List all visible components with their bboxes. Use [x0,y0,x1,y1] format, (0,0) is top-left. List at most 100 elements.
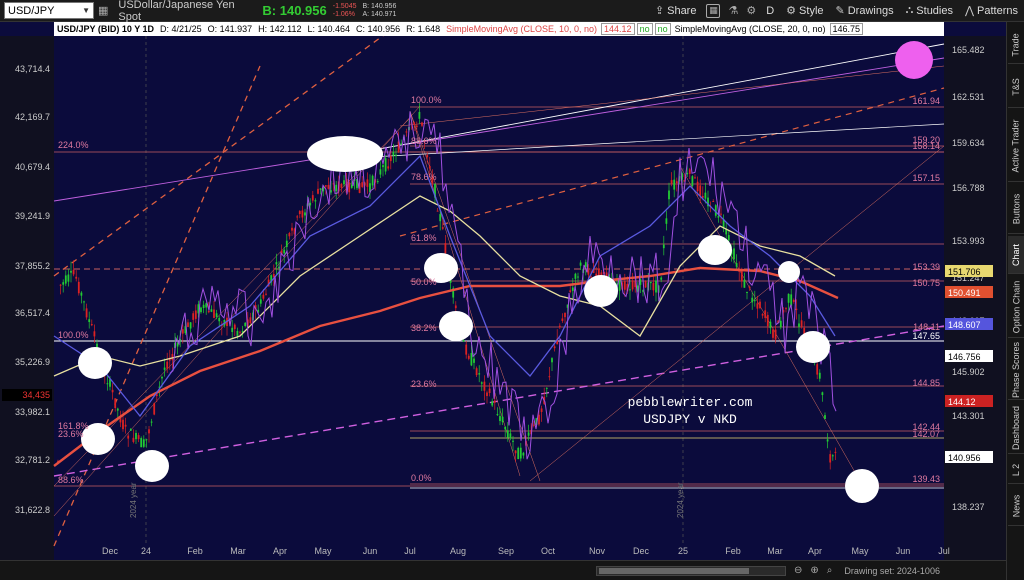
candle-body [132,437,135,442]
candle-body [631,280,634,290]
change-block: -1.5045 -1.06% [333,3,357,19]
x-axis-label: Jun [896,546,911,556]
main-toolbar: USD/JPY ▼ ▦ USDollar/Japanese Yen Spot B… [0,0,1024,23]
candle-body [691,176,694,186]
flask-icon[interactable]: ⚗ [728,4,738,17]
candle-body [558,325,561,328]
share-button[interactable]: ⇪ Share [649,0,703,22]
left-axis-label: 33,982.1 [15,407,50,417]
style-button[interactable]: ⚙ Style [780,0,829,22]
share-icon: ⇪ [654,5,665,17]
fib-mid-label: 100.0% [411,95,442,105]
price-chart[interactable]: 165.482162.531159.634156.788153.993151.2… [0,36,1006,560]
candle-body [317,188,319,194]
watermark-site: pebblewriter.com [628,395,753,410]
right-axis-label: 162.531 [952,92,985,102]
candle-body [413,122,416,125]
patterns-button[interactable]: ⋀ Patterns [959,0,1024,22]
sma10-label[interactable]: SimpleMovingAvg (CLOSE, 10, 0, no) [443,24,600,34]
candle-body [501,416,504,423]
annotation-circle [307,136,383,172]
studies-button[interactable]: ⛬ Studies [900,0,959,22]
drawings-button[interactable]: ✎ Drawings [830,0,900,22]
candle-body [335,184,338,192]
candle-body [426,154,429,158]
candle-body [249,317,252,324]
candle-body [301,210,304,218]
candle-body [660,277,663,280]
side-tab-t-s[interactable]: T&S [1008,66,1024,108]
side-tab-dashboard[interactable]: Dashboard [1008,402,1024,454]
side-tab-trade[interactable]: Trade [1008,26,1024,64]
candle-body [574,273,577,279]
candle-body [77,281,80,294]
zoom-out-icon[interactable]: ⊖ [794,565,802,576]
fib-right-label: 144.85 [912,378,940,388]
link-icon[interactable]: ▦ [98,4,108,17]
candle-body [283,249,286,254]
magnifier-icon[interactable]: ⌕ [827,565,833,576]
candle-body [421,122,423,126]
candle-body [187,322,189,327]
candle-body [774,329,777,340]
symbol-input[interactable]: USD/JPY ▼ [4,2,94,19]
candle-body [93,331,96,337]
scroll-thumb[interactable] [599,567,749,574]
fib-left-label: 23.6% [58,429,84,439]
candle-body [382,165,384,168]
range-readout: R: 1.648 [406,24,441,34]
candle-body [142,439,145,447]
fib-left-label: 88.6% [58,475,84,485]
price-tag-text: 148.607 [948,320,981,330]
candle-body [384,158,387,172]
candle-body [584,262,587,267]
candle-body [652,282,655,291]
fib-mid-label: 78.6% [411,172,437,182]
side-tab-l-2[interactable]: L 2 [1008,456,1024,484]
candle-body [748,286,751,289]
side-tab-option-chain[interactable]: Option Chain [1008,276,1024,338]
candle-body [454,305,457,309]
candle-body [161,376,163,379]
fib-right-label: 147.65 [912,331,940,341]
candle-body [70,270,72,273]
change-percent: -1.06% [332,10,355,18]
side-tab-chart[interactable]: Chart [1008,236,1024,274]
candle-body [564,313,566,318]
sma20-label[interactable]: SimpleMovingAvg (CLOSE, 20, 0, no) [672,24,829,34]
candle-body [155,394,158,397]
candle-body [116,408,119,411]
candle-body [831,455,834,457]
date-readout: D: 4/21/25 [160,24,202,34]
candle-body [548,376,551,378]
studies-icon: ⛬ [905,4,914,16]
candle-body [787,293,790,303]
candle-body [462,339,465,342]
left-price-marker-text: 34,435 [22,390,50,400]
candle-body [215,313,218,317]
candle-body [579,262,582,266]
period-button[interactable]: D [760,0,780,22]
candle-body [467,355,470,359]
candle-body [519,447,522,459]
side-tab-news[interactable]: News [1008,486,1024,526]
candle-body [192,313,195,320]
candle-body [122,419,124,430]
side-tab-phase-scores[interactable]: Phase Scores [1008,340,1024,400]
gear-icon[interactable]: ⚙ [746,4,756,17]
candle-body [244,322,247,327]
grid-layout-icon[interactable]: ▦ [706,3,721,18]
candle-body [72,269,75,275]
style-label: Style [799,4,824,17]
candle-body [665,218,668,224]
price-tag-text: 144.12 [948,397,976,407]
left-axis-label: 39,241.9 [15,211,50,221]
chevron-down-icon[interactable]: ▼ [82,6,90,15]
chart-scrollbar[interactable] [596,565,786,576]
zoom-in-icon[interactable]: ⊕ [810,565,818,576]
side-tab-active-trader[interactable]: Active Trader [1008,110,1024,182]
sma10-no-2: no [654,23,671,35]
x-axis-label: Feb [187,546,203,556]
side-tab-buttons[interactable]: Buttons [1008,184,1024,234]
candle-body [207,310,210,313]
